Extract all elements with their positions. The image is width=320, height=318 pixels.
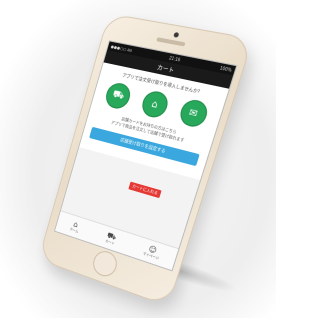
tab-cart[interactable]: ⛟ カート — [105, 230, 118, 246]
clock-label: 21:16 — [168, 55, 181, 63]
tab-label: ホーム — [69, 226, 80, 234]
cart-icon: ⛟ — [103, 80, 134, 111]
earpiece-speaker — [156, 37, 186, 47]
tab-home[interactable]: ⌂ ホーム — [69, 219, 81, 234]
product-mockup-scene: ●●●○○ au 21:16 100% カート アプリで注文受け取りを導入しませ… — [0, 0, 276, 318]
tab-label: マイページ — [142, 250, 160, 260]
bag-icon: ✉ — [176, 97, 211, 130]
phone-screen: ●●●○○ au 21:16 100% カート アプリで注文受け取りを導入しませ… — [53, 40, 238, 272]
page-title: カート — [155, 64, 175, 75]
tab-mypage[interactable]: ☺ マイページ — [142, 243, 162, 261]
front-camera-icon — [173, 32, 180, 38]
store-icon: ⌂ — [139, 89, 171, 120]
home-button[interactable] — [90, 248, 120, 280]
smartphone-device: ●●●○○ au 21:16 100% カート アプリで注文受け取りを導入しませ… — [38, 13, 254, 307]
add-to-cart-badge[interactable]: カートに入れる — [128, 181, 162, 199]
battery-label: 100% — [219, 65, 233, 73]
